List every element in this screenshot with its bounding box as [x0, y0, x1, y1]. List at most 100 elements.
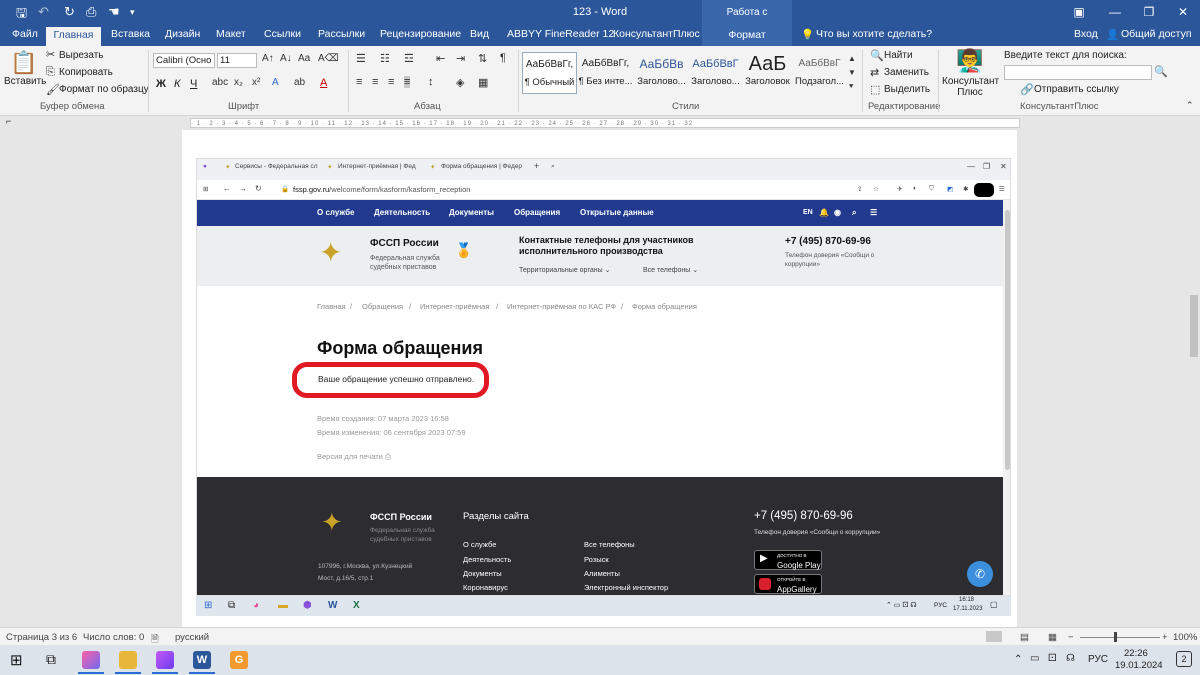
new-tab-icon[interactable]: +: [534, 161, 539, 171]
eye-icon[interactable]: ◉: [834, 208, 841, 217]
footer-link[interactable]: Электронный инспектор: [584, 583, 668, 592]
align-center-icon[interactable]: ≡: [372, 76, 378, 88]
tab-format[interactable]: Формат: [702, 25, 792, 46]
windows-start-icon[interactable]: ⊞: [10, 651, 23, 669]
bell-icon[interactable]: 🔔: [819, 208, 829, 217]
pilcrow-icon[interactable]: ¶: [500, 52, 506, 64]
browser-icon[interactable]: [156, 651, 174, 669]
justify-icon[interactable]: ≡: [404, 76, 411, 88]
language-indicator[interactable]: русский: [175, 632, 209, 643]
italic-button[interactable]: К: [174, 78, 180, 90]
change-case-icon[interactable]: Aa: [298, 53, 310, 64]
language-indicator[interactable]: РУС: [1088, 654, 1108, 665]
tab-design[interactable]: Дизайн: [165, 28, 200, 40]
close-icon[interactable]: ✕: [1000, 162, 1007, 171]
increase-indent-icon[interactable]: ⇥: [456, 52, 465, 65]
hotline-phone[interactable]: +7 (495) 870-69-96: [785, 236, 871, 247]
consultant-search-input[interactable]: [1004, 65, 1152, 80]
zoom-slider[interactable]: [1080, 637, 1160, 638]
footer-link[interactable]: Алименты: [584, 569, 620, 578]
footer-link[interactable]: Коронавирус: [463, 583, 508, 592]
align-left-icon[interactable]: ≡: [356, 76, 362, 88]
print-preview-icon[interactable]: ⎙: [86, 4, 96, 20]
search-icon[interactable]: 🔍: [1154, 65, 1168, 78]
customize-qat-icon[interactable]: ▾: [130, 7, 135, 18]
app-icon[interactable]: G: [230, 651, 248, 669]
tab-view[interactable]: Вид: [470, 28, 489, 40]
tab-file[interactable]: Файл: [12, 28, 38, 40]
consultant-icon[interactable]: 👨‍🏫: [956, 48, 983, 74]
collapse-ribbon-icon[interactable]: ⌃: [1186, 100, 1194, 111]
menu-icon[interactable]: ☰: [999, 185, 1005, 193]
file-explorer-icon[interactable]: [119, 651, 137, 669]
nav-item[interactable]: Открытые данные: [580, 208, 654, 217]
tab-consultant[interactable]: КонсультантПлюс: [613, 28, 700, 40]
search-icon[interactable]: ⌕: [852, 208, 856, 218]
format-painter-button[interactable]: Формат по образцу: [59, 84, 149, 95]
translate-icon[interactable]: ◩: [947, 185, 953, 193]
multilevel-list-icon[interactable]: ☲: [404, 52, 414, 65]
print-layout-icon[interactable]: ▤: [1020, 632, 1029, 643]
style-normal[interactable]: АаБбВвГг, ¶ Обычный: [522, 52, 577, 94]
share-button[interactable]: Общий доступ: [1121, 28, 1192, 40]
breadcrumb-item[interactable]: Обращения: [362, 302, 403, 311]
copy-icon[interactable]: ⎘: [46, 66, 55, 79]
bookmark-icon[interactable]: ☆: [873, 185, 879, 193]
lang-switch[interactable]: EN: [803, 209, 813, 216]
footer-phone[interactable]: +7 (495) 870-69-96: [754, 510, 853, 522]
browser-tab-active[interactable]: Форма обращения | Федер: [441, 163, 522, 170]
browser-tab[interactable]: Интернет-приёмная | Фед: [338, 163, 416, 170]
style-heading-1[interactable]: АаБбВв Заголово...: [634, 52, 689, 94]
highlight-icon[interactable]: ab: [294, 77, 305, 88]
zoom-slider-thumb[interactable]: [1114, 632, 1117, 642]
tab-selector-icon[interactable]: ⌐: [6, 116, 11, 126]
nav-item[interactable]: Деятельность: [374, 208, 430, 217]
subscript-icon[interactable]: x₂: [234, 77, 243, 88]
sign-in-link[interactable]: Вход: [1074, 28, 1098, 40]
share-icon[interactable]: ⇪: [857, 185, 862, 193]
url-field[interactable]: fssp.gov.ru/welcome/form/kasform/kasform…: [293, 185, 470, 194]
tab-references[interactable]: Ссылки: [264, 28, 301, 40]
back-icon[interactable]: ←: [223, 184, 231, 193]
tray-chevron-icon[interactable]: ⌃: [1014, 654, 1022, 665]
browser-tab[interactable]: Сервисы - Федеральная сл: [235, 163, 318, 170]
reload-icon[interactable]: ↻: [255, 184, 262, 193]
footer-org-name[interactable]: ФССП России: [370, 512, 432, 522]
document-scrollbar[interactable]: [1188, 130, 1200, 627]
text-effects-icon[interactable]: A: [272, 77, 279, 88]
scrollbar-thumb[interactable]: [1190, 295, 1198, 357]
shrink-font-icon[interactable]: A↓: [280, 53, 292, 64]
footer-link[interactable]: Все телефоны: [584, 540, 635, 549]
breadcrumb-item[interactable]: Главная: [317, 302, 346, 311]
site-scrollbar[interactable]: [1003, 200, 1010, 595]
footer-link[interactable]: О службе: [463, 540, 496, 549]
task-view-icon[interactable]: ⧉: [46, 651, 56, 668]
font-color-icon[interactable]: A: [320, 77, 327, 89]
emblem-logo[interactable]: ✦: [319, 236, 342, 269]
consultant-button[interactable]: Консультант Плюс: [942, 76, 999, 98]
zoom-in-icon[interactable]: +: [1162, 632, 1168, 643]
undo-icon[interactable]: ↶: [38, 4, 49, 20]
bullets-icon[interactable]: ☰: [356, 52, 366, 65]
styles-more-icon[interactable]: ⯆: [848, 82, 854, 92]
clock-date[interactable]: 19.01.2024: [1115, 660, 1163, 671]
forward-icon[interactable]: →: [239, 184, 247, 193]
font-size-combo[interactable]: 11: [217, 53, 257, 68]
volume-icon[interactable]: ☊: [1066, 653, 1075, 664]
network-icon[interactable]: ⚀: [1048, 653, 1057, 664]
all-phones-link[interactable]: Все телефоны ⌄: [643, 266, 698, 274]
send-link-button[interactable]: Отправить ссылку: [1034, 84, 1119, 95]
tell-me-input[interactable]: Что вы хотите сделать?: [816, 28, 932, 40]
touch-mode-icon[interactable]: ☚: [108, 4, 120, 20]
word-count[interactable]: Число слов: 0: [83, 632, 144, 643]
grow-font-icon[interactable]: A↑: [262, 53, 274, 64]
maximize-button[interactable]: ❐: [1134, 2, 1164, 22]
horizontal-ruler[interactable]: · 1 · 2 · 3 · 4 · 5 · 6 · 7 · 8 · 9 · 10…: [190, 118, 1020, 128]
shading-icon[interactable]: ◈: [456, 76, 464, 89]
tab-home[interactable]: Главная: [46, 27, 101, 46]
read-mode-icon[interactable]: [986, 631, 1002, 642]
tab-abbyy[interactable]: ABBYY FineReader 12: [507, 28, 614, 40]
territorial-link[interactable]: Территориальные органы ⌄: [519, 266, 610, 274]
zoom-level[interactable]: 100%: [1173, 632, 1197, 643]
style-subtitle[interactable]: АаБбВвГ Подзагол...: [792, 52, 847, 94]
